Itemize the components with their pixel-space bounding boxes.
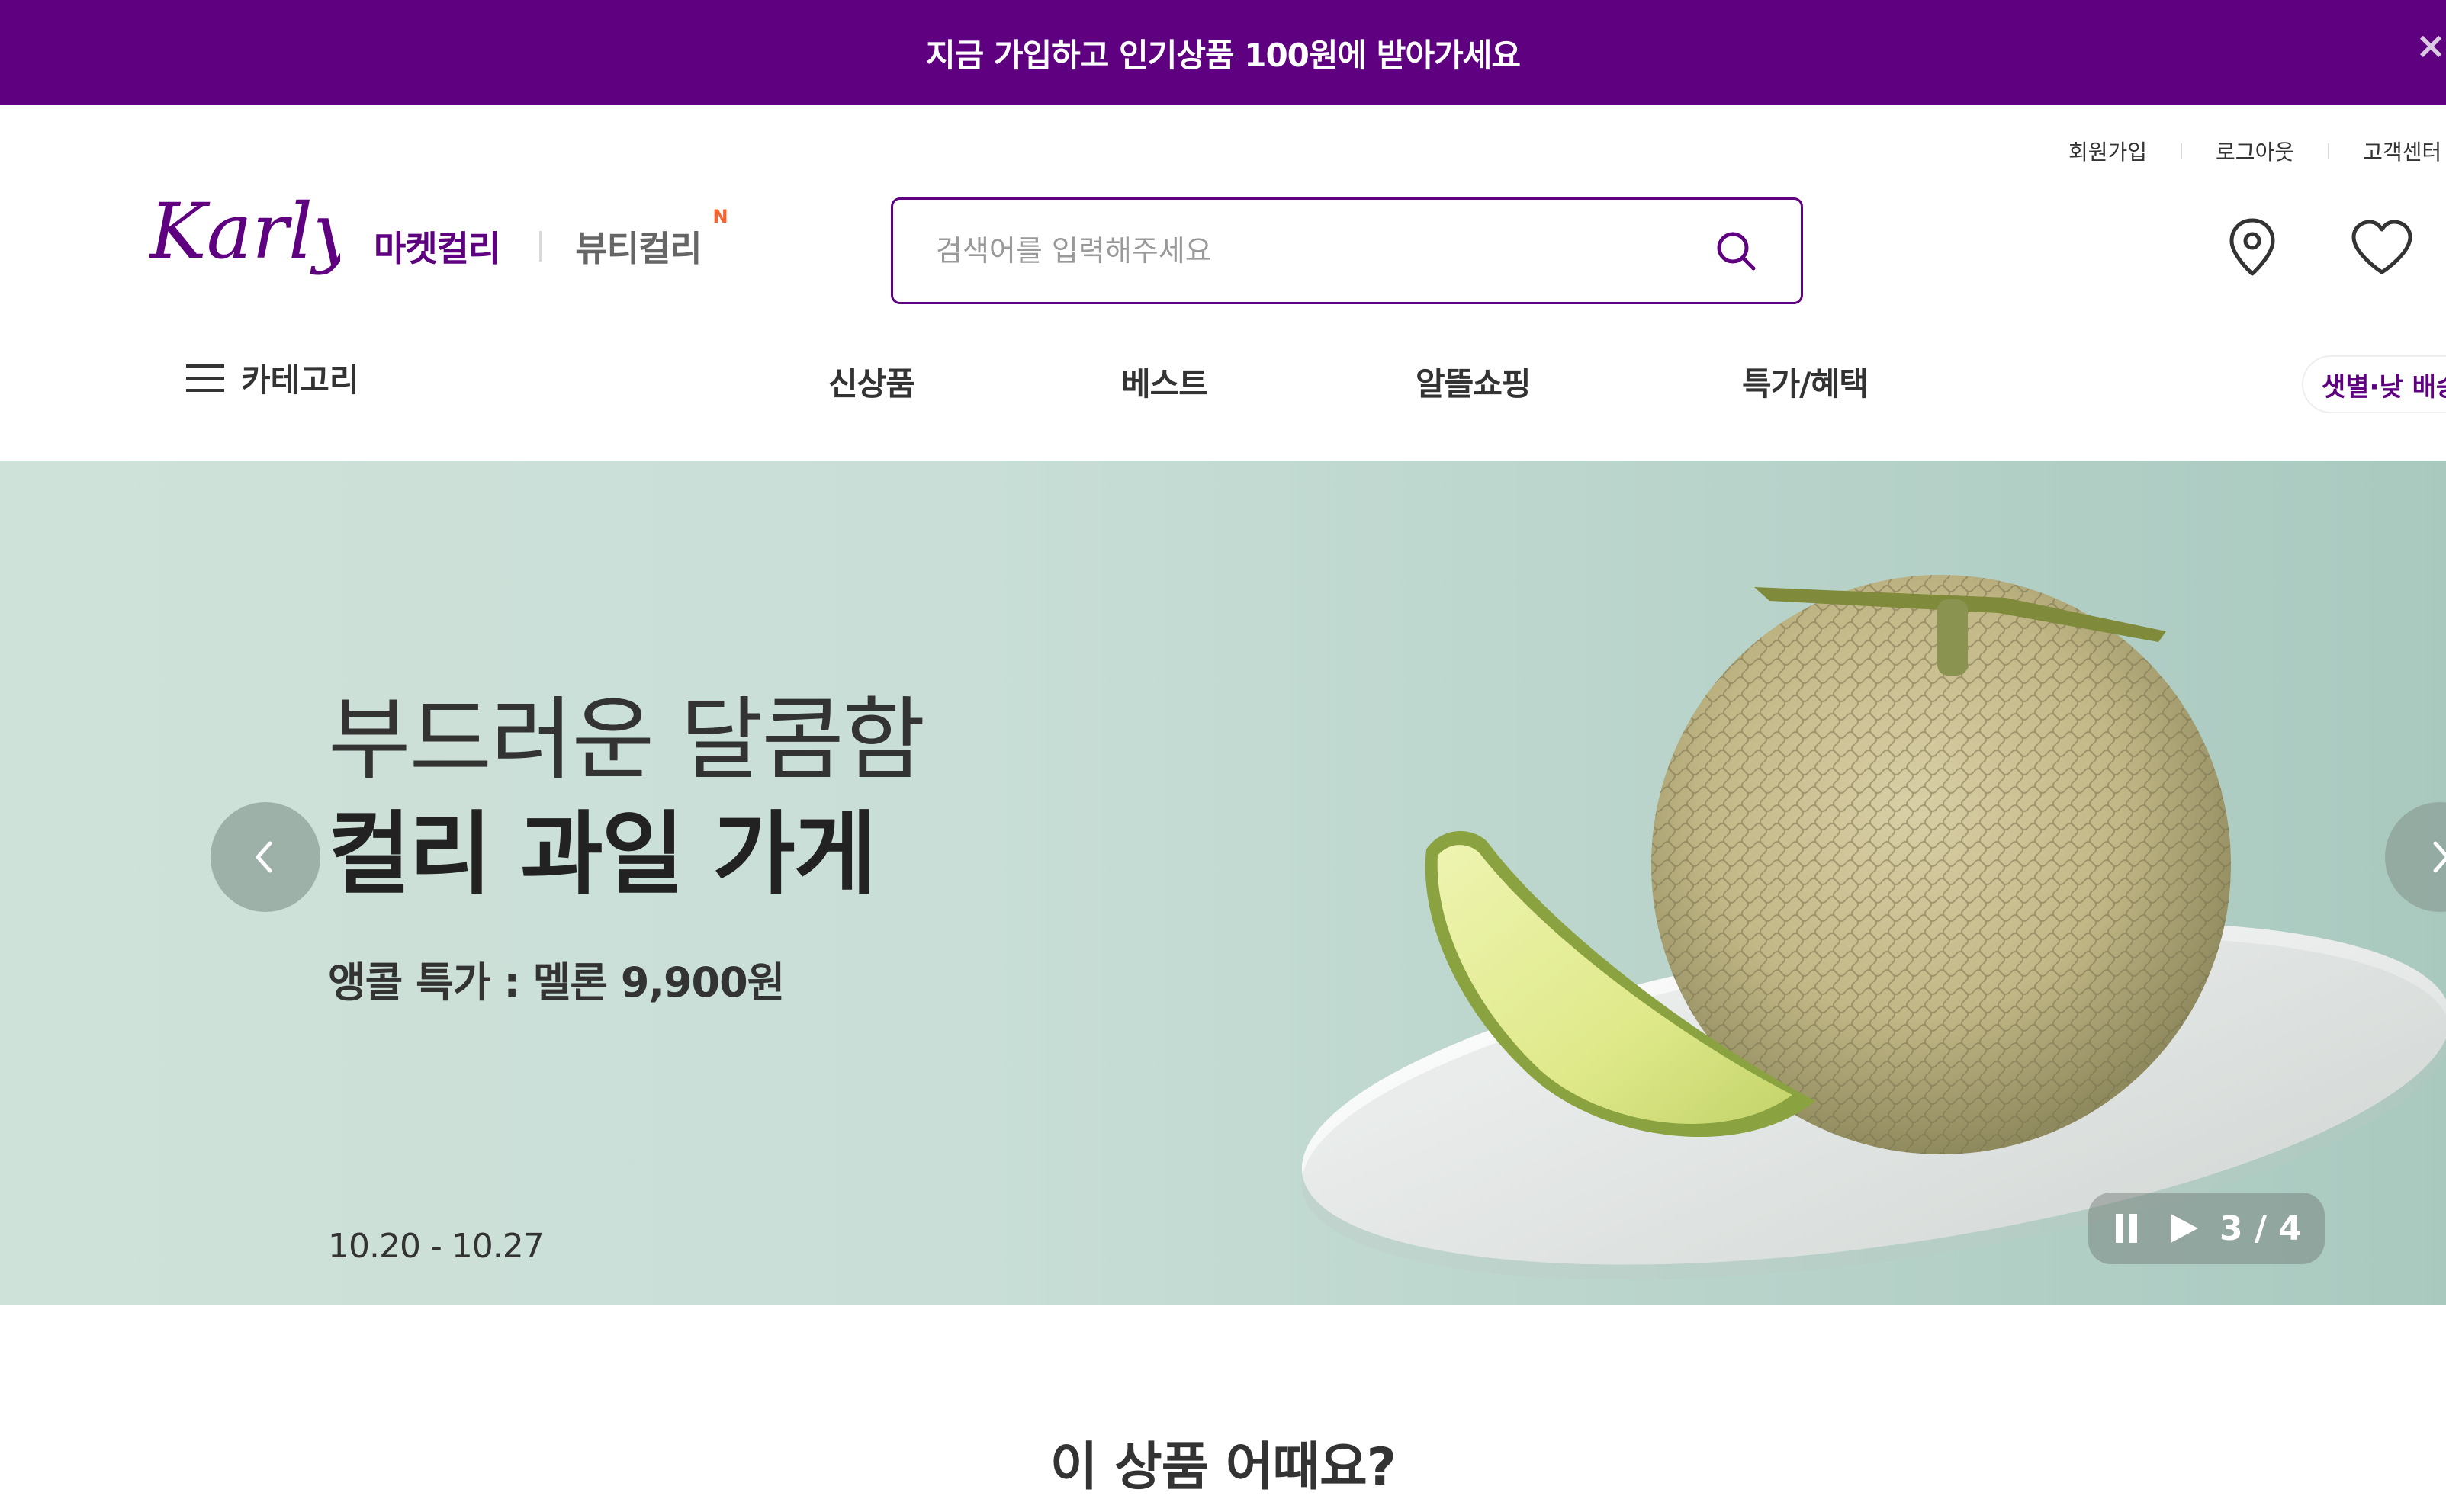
hero-date-range: 10.20 - 10.27 [328,1227,545,1266]
util-links: 회원가입 로그아웃 고객센터 [2068,136,2441,166]
gnb-new-products[interactable]: 신상품 [828,358,915,405]
hero-title-line2: 컬리 과일 가게 [328,801,877,907]
logo-text: Karly [149,187,340,276]
melon-illustration [1205,506,2446,1305]
promo-banner[interactable]: 지금 가입하고 인기상품 100원에 받아가세요 × [0,0,2446,105]
play-icon [2171,1214,2198,1243]
tab-beauty-kurly-label: 뷰티컬리 [575,228,702,269]
promo-close-button[interactable]: × [2415,23,2446,69]
logout-link[interactable]: 로그아웃 [2216,136,2294,166]
heart-icon [2351,220,2412,274]
customer-center-link[interactable]: 고객센터 [2363,136,2441,166]
search-input[interactable] [934,220,1624,282]
util-divider [2181,143,2183,159]
location-button[interactable] [2218,213,2287,282]
search-button[interactable] [1706,221,1767,282]
play-button[interactable] [2168,1209,2201,1247]
gnb-special-offers[interactable]: 특가/혜택 [1742,358,1869,405]
section-title: 이 상품 어때요? [1049,1437,1397,1498]
util-divider [2328,143,2330,159]
gnb-bargain[interactable]: 알뜰쇼핑 [1416,358,1532,405]
pause-button[interactable] [2111,1209,2149,1247]
promo-text: 지금 가입하고 인기상품 100원에 받아가세요 [925,36,1521,74]
new-badge: N [712,206,728,227]
mall-divider [539,231,542,262]
hero-title-line1: 부드러운 달콤함 [328,687,925,792]
signup-link[interactable]: 회원가입 [2068,136,2147,166]
wishlist-button[interactable] [2348,213,2416,282]
prev-slide-button[interactable] [211,802,320,912]
tab-beauty-kurly[interactable]: 뷰티컬리 N [575,206,728,271]
hamburger-icon [186,364,224,392]
mall-tabs: 마켓컬리 뷰티컬리 N [374,206,728,271]
hero-subtitle: 앵콜 특가 : 멜론 9,900원 [328,958,785,1006]
pause-icon [2116,1214,2137,1243]
category-label: 카테고리 [241,361,359,399]
hero-banner[interactable]: 부드러운 달콤함 컬리 과일 가게 앵콜 특가 : 멜론 9,900원 10.2… [0,461,2446,1305]
chevron-right-icon [2433,841,2446,873]
tab-market-kurly[interactable]: 마켓컬리 [374,221,500,271]
category-menu-button[interactable]: 카테고리 [186,355,359,401]
gnb-best[interactable]: 베스트 [1121,358,1208,405]
search-bar [891,197,1803,304]
chevron-left-icon [256,841,272,873]
slide-counter-text: 3 / 4 [2219,1209,2302,1248]
delivery-info-pill[interactable]: 샛별·낮 배송 [2302,355,2446,413]
kurly-logo[interactable]: Karly [148,181,357,296]
search-icon [1717,232,1756,271]
slide-counter: 3 / 4 [2088,1193,2325,1264]
location-icon [2229,218,2275,276]
